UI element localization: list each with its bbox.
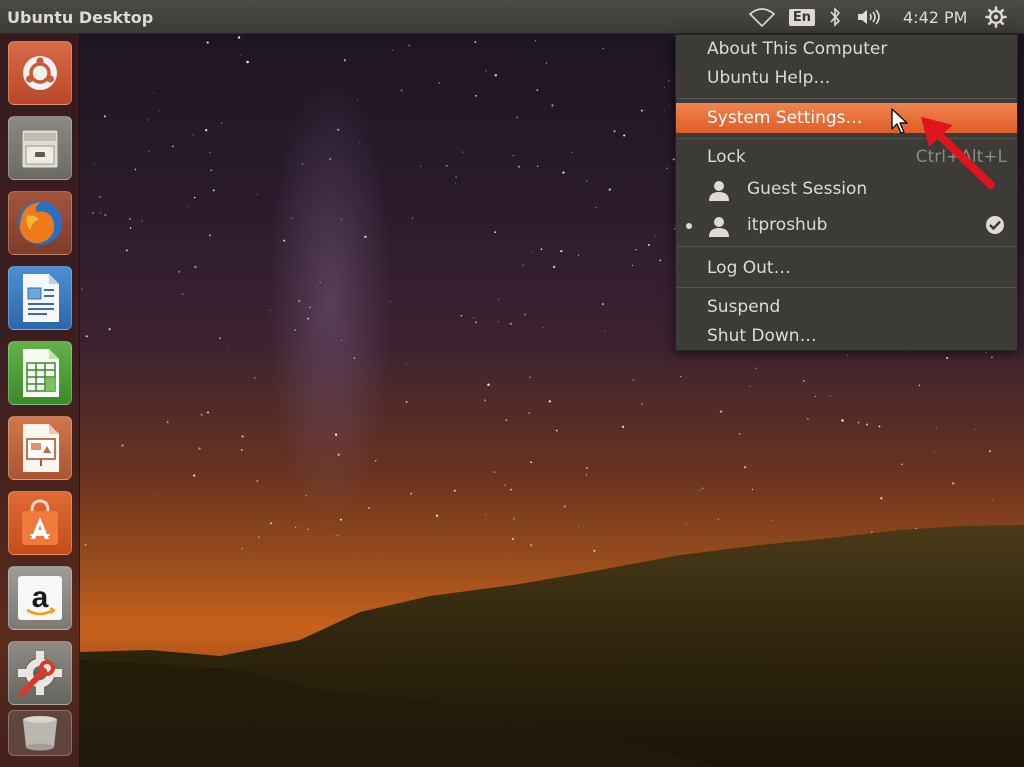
launcher-libreoffice-writer[interactable] (6, 265, 73, 331)
launcher-libreoffice-impress[interactable] (6, 415, 73, 481)
keyboard-language-indicator[interactable]: En (788, 5, 816, 29)
language-label: En (788, 8, 816, 26)
volume-icon[interactable] (855, 5, 885, 29)
annotation-arrow-icon (921, 117, 995, 189)
menu-separator (677, 287, 1016, 288)
top-panel: Ubuntu Desktop En 4:42 PM (0, 0, 1024, 34)
firefox-icon (7, 191, 72, 255)
calc-spreadsheet-icon (7, 341, 72, 405)
menu-ubuntu-help[interactable]: Ubuntu Help… (676, 64, 1017, 92)
shopping-bag-icon (7, 491, 72, 555)
menu-item-label: Lock (707, 147, 746, 167)
menu-about-this-computer[interactable]: About This Computer (676, 35, 1017, 63)
user-icon (709, 181, 729, 201)
menu-item-label: Shut Down… (707, 326, 817, 346)
menu-log-out[interactable]: Log Out… (676, 254, 1017, 282)
launcher-firefox[interactable] (6, 190, 73, 256)
menu-item-label: Log Out… (707, 258, 791, 278)
launcher-files[interactable] (6, 115, 73, 181)
writer-document-icon (7, 266, 72, 330)
settings-wrench-gear-icon (7, 641, 72, 705)
checkmark-icon (986, 216, 1004, 234)
menu-separator (677, 98, 1016, 99)
window-title: Ubuntu Desktop (7, 8, 154, 27)
launcher-libreoffice-calc[interactable] (6, 340, 73, 406)
menu-suspend[interactable]: Suspend (676, 293, 1017, 321)
trash-icon (7, 710, 72, 756)
menu-user-itproshub[interactable]: itproshub (676, 211, 1017, 239)
launcher-trash[interactable] (6, 708, 73, 758)
menu-item-label: System Settings… (707, 108, 863, 128)
menu-separator (677, 246, 1016, 247)
menu-item-label: Suspend (707, 297, 781, 317)
wifi-icon[interactable] (748, 5, 776, 29)
launcher-ubuntu-software[interactable] (6, 490, 73, 556)
ubuntu-logo-icon (7, 41, 72, 105)
launcher-system-settings[interactable] (6, 640, 73, 706)
menu-item-label: About This Computer (707, 39, 888, 59)
launcher: a (0, 34, 80, 767)
impress-presentation-icon (7, 416, 72, 480)
file-cabinet-icon (7, 116, 72, 180)
menu-item-label: itproshub (747, 215, 828, 235)
session-menu: About This Computer Ubuntu Help… System … (675, 34, 1018, 351)
launcher-dash-home[interactable] (6, 40, 73, 106)
menu-item-label: Guest Session (747, 179, 868, 199)
svg-text:a: a (31, 581, 48, 614)
gear-icon[interactable] (982, 5, 1010, 29)
menu-shut-down[interactable]: Shut Down… (676, 322, 1017, 350)
launcher-amazon[interactable]: a (6, 565, 73, 631)
active-session-dot (686, 223, 692, 229)
menu-item-label: Ubuntu Help… (707, 68, 831, 88)
mouse-pointer-icon (891, 108, 908, 134)
amazon-icon: a (7, 566, 72, 630)
clock[interactable]: 4:42 PM (903, 8, 967, 27)
bluetooth-icon[interactable] (825, 5, 845, 29)
user-icon (709, 217, 729, 237)
